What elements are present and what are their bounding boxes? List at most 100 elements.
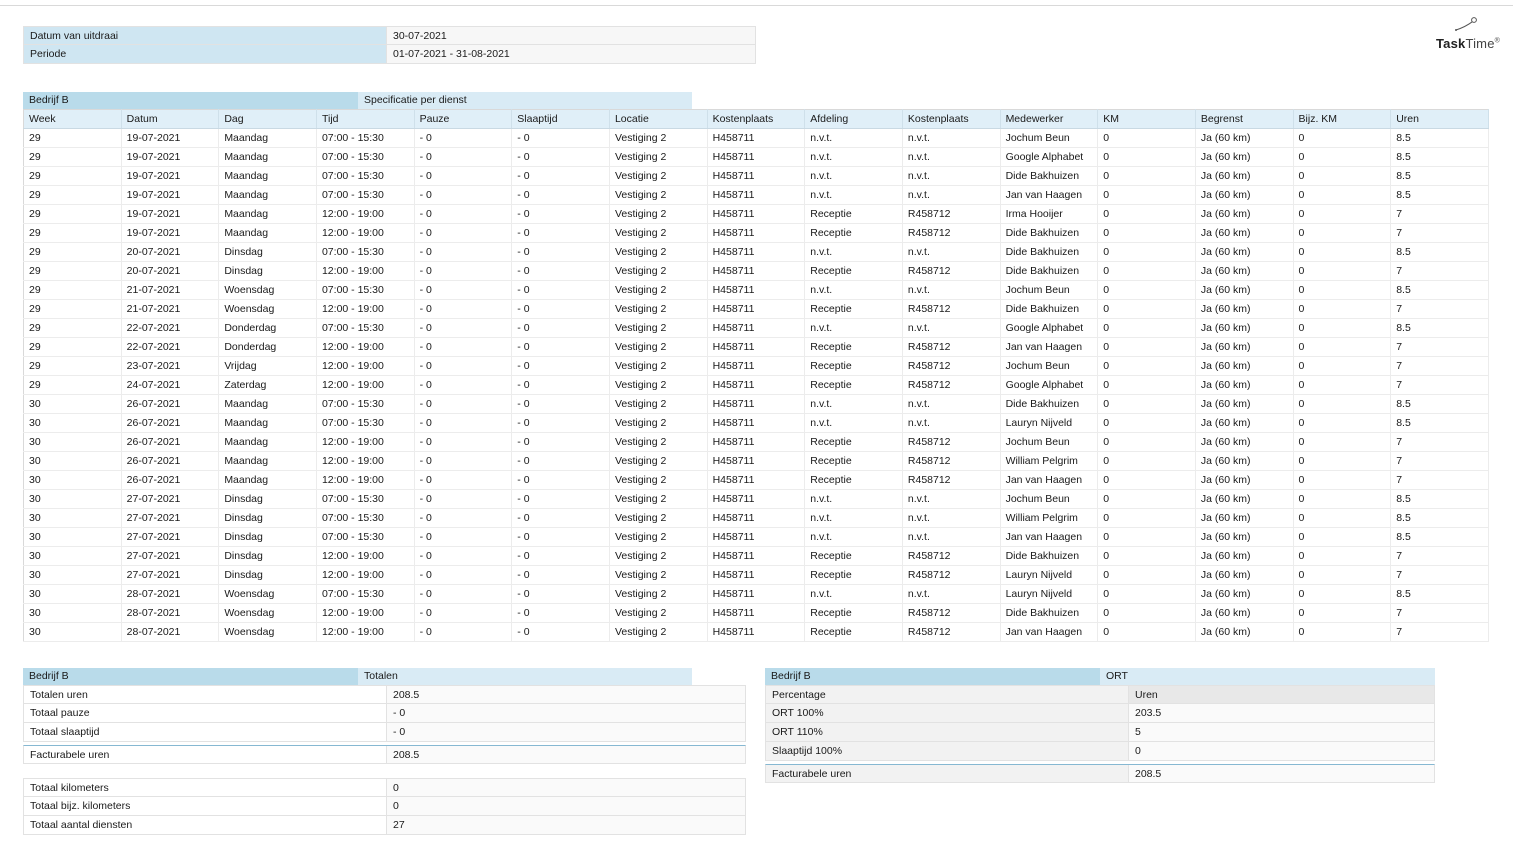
tasktime-logo-text: TaskTime® bbox=[1428, 36, 1508, 51]
table-cell: 07:00 - 15:30 bbox=[316, 185, 415, 205]
table-cell: n.v.t. bbox=[804, 242, 903, 262]
table-cell: 12:00 - 19:00 bbox=[316, 223, 415, 243]
table-cell: 0 bbox=[1293, 204, 1392, 224]
table-cell: H458711 bbox=[707, 451, 806, 471]
table-row: 30 27-07-2021 Dinsdag 12:00 - 19:00- 0- 0 Ve… bbox=[23, 546, 1489, 566]
table-cell: 29 bbox=[23, 337, 122, 357]
table-cell: - 0 bbox=[511, 622, 610, 642]
table-cell: - 0 bbox=[414, 166, 513, 186]
table-cell: 0 bbox=[1293, 451, 1392, 471]
table-cell: 28-07-2021 bbox=[121, 622, 220, 642]
table-cell: 0 bbox=[1097, 527, 1196, 547]
table-row: 30 27-07-2021 Dinsdag 07:00 - 15:30- 0- 0 Ve… bbox=[23, 508, 1489, 528]
table-cell: n.v.t. bbox=[804, 584, 903, 604]
table-cell: Ja (60 km) bbox=[1195, 451, 1294, 471]
table-cell: 0 bbox=[1097, 337, 1196, 357]
table-cell: Vestiging 2 bbox=[609, 584, 708, 604]
table-cell: 20-07-2021 bbox=[121, 242, 220, 262]
table-cell: 19-07-2021 bbox=[121, 223, 220, 243]
table-row: 30 28-07-2021 Woensdag 12:00 - 19:00- 0- 0V… bbox=[23, 603, 1489, 623]
table-row: 30 26-07-2021 Maandag 12:00 - 19:00- 0- 0 Ve… bbox=[23, 470, 1489, 490]
table-cell: Vestiging 2 bbox=[609, 356, 708, 376]
table-cell: 8.5 bbox=[1390, 147, 1489, 167]
table-row: 30 28-07-2021 Woensdag 07:00 - 15:30- 0- 0V… bbox=[23, 584, 1489, 604]
table-cell: 0 bbox=[1097, 356, 1196, 376]
table-cell: Ja (60 km) bbox=[1195, 413, 1294, 433]
totals-table: Totalen uren 208.5 Totaal pauze - 0 Totaal s… bbox=[23, 685, 746, 764]
table-cell: 29 bbox=[23, 166, 122, 186]
table-cell: - 0 bbox=[414, 546, 513, 566]
table-cell: Vestiging 2 bbox=[609, 489, 708, 509]
table-cell: Dinsdag bbox=[218, 546, 317, 566]
table-cell: H458711 bbox=[707, 147, 806, 167]
table-cell: 30 bbox=[23, 622, 122, 642]
column-header: Datum bbox=[121, 109, 220, 129]
totals-company-band-label: Bedrijf B bbox=[23, 668, 358, 685]
table-cell: 0 bbox=[1293, 413, 1392, 433]
table-cell: 7 bbox=[1390, 337, 1489, 357]
column-header: Begrenst bbox=[1195, 109, 1294, 129]
column-header: KM bbox=[1097, 109, 1196, 129]
table-cell: 07:00 - 15:30 bbox=[316, 166, 415, 186]
table-cell: - 0 bbox=[414, 527, 513, 547]
table-cell: 07:00 - 15:30 bbox=[316, 527, 415, 547]
table-cell: Receptie bbox=[804, 565, 903, 585]
table-cell: Receptie bbox=[804, 299, 903, 319]
table-cell: Ja (60 km) bbox=[1195, 185, 1294, 205]
extra-label: Totaal kilometers bbox=[24, 779, 386, 796]
table-cell: Receptie bbox=[804, 603, 903, 623]
table-cell: Vestiging 2 bbox=[609, 565, 708, 585]
table-row: 29 23-07-2021 Vrijdag 12:00 - 19:00- 0- 0 Ve… bbox=[23, 356, 1489, 376]
table-cell: Ja (60 km) bbox=[1195, 622, 1294, 642]
ort-table: Percentage Uren ORT 100% 203.5 ORT 110% 5 Slaa… bbox=[765, 685, 1435, 783]
ort-row: Percentage Uren bbox=[765, 685, 1435, 704]
table-cell: Ja (60 km) bbox=[1195, 394, 1294, 414]
table-cell: William Pelgrim bbox=[1000, 508, 1099, 528]
table-cell: Dinsdag bbox=[218, 261, 317, 281]
table-cell: 26-07-2021 bbox=[121, 470, 220, 490]
table-cell: Maandag bbox=[218, 432, 317, 452]
table-cell: Receptie bbox=[804, 261, 903, 281]
table-cell: - 0 bbox=[511, 318, 610, 338]
shift-table-band: Bedrijf B Specificatie per dienst bbox=[23, 92, 692, 109]
table-cell: Ja (60 km) bbox=[1195, 299, 1294, 319]
table-cell: Ja (60 km) bbox=[1195, 470, 1294, 490]
table-cell: Vestiging 2 bbox=[609, 394, 708, 414]
table-cell: - 0 bbox=[511, 413, 610, 433]
table-cell: n.v.t. bbox=[902, 527, 1001, 547]
table-cell: 0 bbox=[1293, 546, 1392, 566]
table-cell: Vestiging 2 bbox=[609, 318, 708, 338]
totals-value: 208.5 bbox=[386, 686, 745, 703]
table-cell: 29 bbox=[23, 128, 122, 148]
table-cell: 0 bbox=[1097, 470, 1196, 490]
ort-row: ORT 110% 5 bbox=[765, 723, 1435, 742]
table-cell: H458711 bbox=[707, 356, 806, 376]
table-cell: R458712 bbox=[902, 356, 1001, 376]
table-cell: Woensdag bbox=[218, 280, 317, 300]
table-cell: Maandag bbox=[218, 185, 317, 205]
table-cell: Zaterdag bbox=[218, 375, 317, 395]
table-cell: - 0 bbox=[511, 337, 610, 357]
table-cell: Ja (60 km) bbox=[1195, 375, 1294, 395]
table-cell: Jochum Beun bbox=[1000, 280, 1099, 300]
column-header: Kostenplaats bbox=[902, 109, 1001, 129]
column-header: Medewerker bbox=[1000, 109, 1099, 129]
table-cell: 29 bbox=[23, 223, 122, 243]
totals-row: Totaal pauze - 0 bbox=[23, 704, 746, 723]
table-cell: 12:00 - 19:00 bbox=[316, 432, 415, 452]
table-cell: 0 bbox=[1097, 546, 1196, 566]
table-cell: Jan van Haagen bbox=[1000, 337, 1099, 357]
table-cell: 0 bbox=[1097, 413, 1196, 433]
table-cell: - 0 bbox=[511, 546, 610, 566]
ort-label: Percentage bbox=[766, 686, 1128, 703]
table-row: 29 19-07-2021 Maandag 12:00 - 19:00- 0- 0 Ve… bbox=[23, 204, 1489, 224]
table-cell: 30 bbox=[23, 432, 122, 452]
table-cell: 0 bbox=[1293, 166, 1392, 186]
column-header: Kostenplaats bbox=[707, 109, 806, 129]
table-cell: Vestiging 2 bbox=[609, 603, 708, 623]
totals-row: Totaal slaaptijd - 0 bbox=[23, 723, 746, 742]
table-cell: Jan van Haagen bbox=[1000, 622, 1099, 642]
ort-band: Bedrijf B ORT bbox=[765, 668, 1435, 685]
table-row: 29 19-07-2021 Maandag 07:00 - 15:30- 0- 0 Ve… bbox=[23, 185, 1489, 205]
totals-value: - 0 bbox=[386, 704, 745, 722]
